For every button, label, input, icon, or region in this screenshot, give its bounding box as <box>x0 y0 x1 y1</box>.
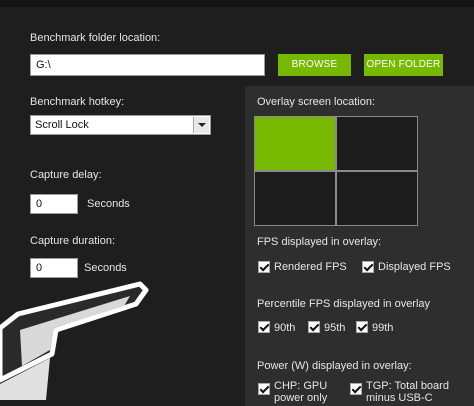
chp-gpu-label-line2: power only <box>274 392 328 404</box>
overlay-cell-bottom-left[interactable] <box>255 172 335 225</box>
95th-checkbox[interactable] <box>308 321 320 333</box>
overlay-location-label: Overlay screen location: <box>257 96 375 108</box>
90th-checkbox[interactable] <box>258 321 270 333</box>
chp-gpu-checkbox[interactable] <box>258 383 270 395</box>
overlay-cell-top-left[interactable] <box>255 117 335 170</box>
overlay-cell-bottom-right[interactable] <box>337 172 417 225</box>
folder-label: Benchmark folder location: <box>30 32 161 44</box>
chp-gpu-label-line1: CHP: GPU <box>274 380 328 392</box>
99th-label: 99th <box>372 322 394 334</box>
capture-delay-input[interactable]: 0 <box>30 194 78 214</box>
99th-checkbox[interactable] <box>356 321 368 333</box>
overlay-cell-top-right[interactable] <box>337 117 417 170</box>
fps-overlay-label: FPS displayed in overlay: <box>257 236 382 248</box>
open-folder-button[interactable]: OPEN FOLDER <box>364 54 443 76</box>
rendered-fps-checkbox[interactable] <box>258 261 270 273</box>
brand-logo-icon <box>0 281 149 400</box>
browse-button[interactable]: BROWSE <box>278 54 351 76</box>
percentile-overlay-label: Percentile FPS displayed in overlay <box>257 298 431 310</box>
hotkey-selected-value: Scroll Lock <box>35 119 89 131</box>
rendered-fps-label: Rendered FPS <box>274 261 347 273</box>
tgp-label-line1: TGP: Total board <box>366 380 449 392</box>
capture-delay-label: Capture delay: <box>30 169 102 181</box>
95th-label: 95th <box>324 322 346 334</box>
tgp-label-line2: minus USB-C <box>366 392 433 404</box>
90th-label: 90th <box>274 322 296 334</box>
hotkey-select[interactable]: Scroll Lock <box>30 115 211 135</box>
hotkey-label: Benchmark hotkey: <box>30 96 125 108</box>
power-overlay-label: Power (W) displayed in overlay: <box>257 360 412 372</box>
displayed-fps-label: Displayed FPS <box>378 261 451 273</box>
capture-duration-input[interactable]: 0 <box>30 258 78 278</box>
chevron-down-icon[interactable] <box>193 117 209 133</box>
capture-duration-label: Capture duration: <box>30 235 115 247</box>
capture-duration-unit: Seconds <box>84 262 127 274</box>
overlay-location-grid <box>254 116 418 226</box>
displayed-fps-checkbox[interactable] <box>362 261 374 273</box>
capture-delay-unit: Seconds <box>87 198 130 210</box>
title-bar <box>0 0 474 7</box>
folder-path-input[interactable]: G:\ <box>30 54 265 76</box>
tgp-total-board-checkbox[interactable] <box>350 383 362 395</box>
